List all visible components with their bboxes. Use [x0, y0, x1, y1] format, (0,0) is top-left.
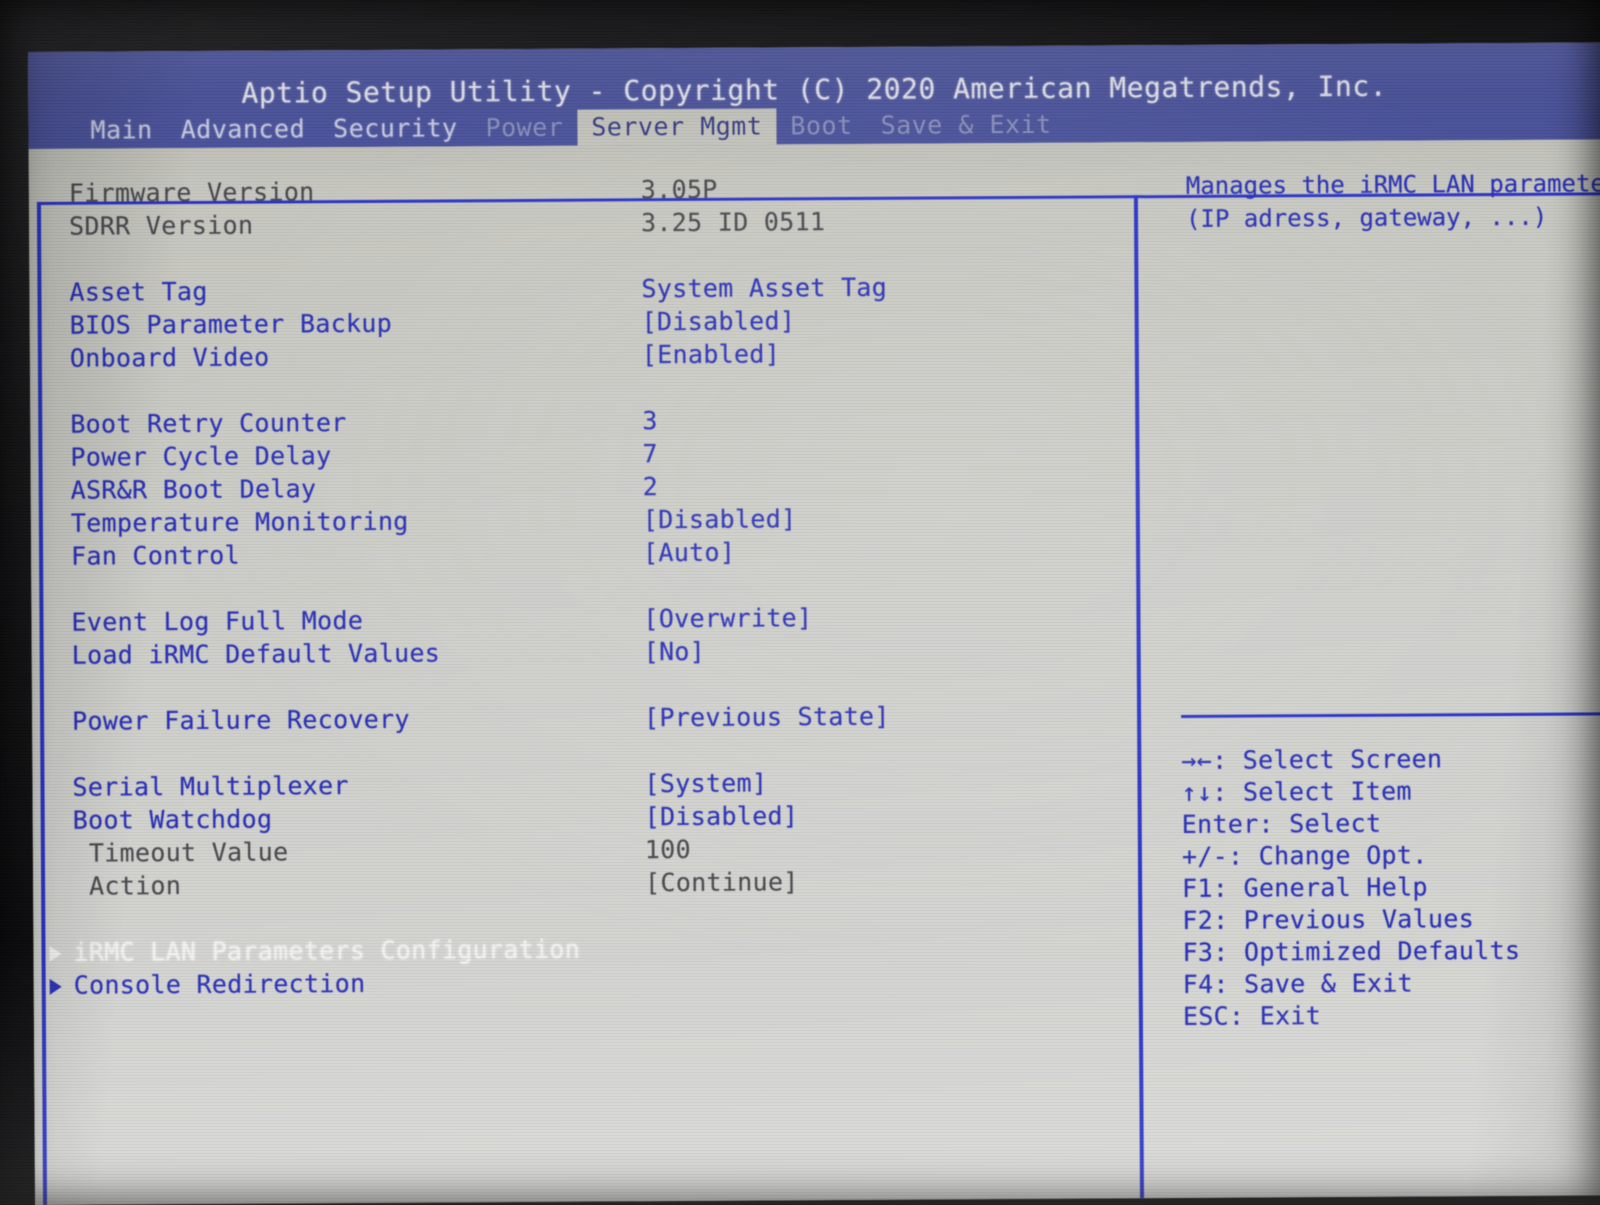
setting-row-power-failure-recovery[interactable]: Power Failure Recovery [Previous State]: [72, 698, 1142, 738]
setting-value[interactable]: 7: [642, 437, 658, 470]
setting-value[interactable]: [Disabled]: [643, 502, 797, 536]
titlebar: Aptio Setup Utility - Copyright (C) 2020…: [28, 42, 1600, 149]
key-legend-key: F4: [1182, 969, 1214, 999]
key-legend-key: →←: [1181, 745, 1213, 775]
setting-label: Boot Retry Counter: [70, 408, 347, 439]
key-legend-key: F2: [1182, 905, 1214, 935]
setting-row-load-irmc-default-values[interactable]: Load iRMC Default Values [No]: [72, 632, 1142, 672]
help-text: Manages the iRMC LAN parameters. (IP adre…: [1186, 167, 1600, 236]
tab-security[interactable]: Security: [319, 110, 472, 147]
setting-value: 3.05P: [640, 174, 718, 205]
setting-label: Firmware Version: [68, 177, 315, 208]
bios-screen: Aptio Setup Utility - Copyright (C) 2020…: [28, 42, 1600, 1205]
setting-label: SDRR Version: [68, 210, 254, 241]
tab-advanced[interactable]: Advanced: [167, 111, 320, 148]
key-legend-row: ESC: Exit: [1183, 998, 1600, 1033]
tab-main[interactable]: Main: [76, 112, 166, 149]
setting-label: Power Failure Recovery: [72, 704, 410, 736]
menu-bar[interactable]: Main Advanced Security Power Server Mgmt Boot…: [76, 108, 1065, 148]
tab-server-mgmt[interactable]: Server Mgmt: [577, 108, 777, 146]
setting-value[interactable]: [Disabled]: [645, 799, 799, 833]
key-legend-row: F3: Optimized Defaults: [1182, 934, 1600, 969]
setting-label: Boot Watchdog: [72, 804, 273, 835]
setting-label: Action: [89, 871, 182, 901]
key-legend-action: : Save & Exit: [1213, 968, 1414, 999]
key-legend-row: +/-: Change Opt.: [1182, 838, 1600, 873]
setting-label: Asset Tag: [69, 276, 208, 307]
setting-label: Temperature Monitoring: [70, 506, 409, 538]
key-legend-action: : Optimized Defaults: [1213, 935, 1521, 967]
setting-value[interactable]: [Previous State]: [644, 700, 890, 734]
submenu-arrow-icon: [49, 945, 62, 962]
key-legend-key: +/-: [1181, 841, 1229, 871]
setting-label: Event Log Full Mode: [71, 605, 364, 637]
setting-label: Timeout Value: [88, 837, 289, 868]
setting-value[interactable]: 100: [645, 833, 691, 866]
setting-label: Power Cycle Delay: [70, 441, 332, 472]
setting-row-fan-control[interactable]: Fan Control [Auto]: [71, 533, 1141, 573]
settings-list[interactable]: Firmware Version 3.05P SDRR Version 3.25 ID…: [49, 170, 1144, 1002]
setting-value: 3.25 ID 0511: [640, 207, 826, 238]
setting-value[interactable]: [Enabled]: [642, 337, 780, 371]
setting-row-sdrr-version: SDRR Version 3.25 ID 0511: [69, 203, 1139, 243]
setting-label: Serial Multiplexer: [72, 771, 349, 802]
key-legend-row: F4: Save & Exit: [1183, 966, 1600, 1001]
page-title: Aptio Setup Utility - Copyright (C) 2020…: [241, 69, 1388, 110]
setting-value[interactable]: [No]: [644, 635, 706, 668]
help-line: Manages the iRMC LAN parameters.: [1185, 169, 1600, 200]
setting-row-onboard-video[interactable]: Onboard Video [Enabled]: [70, 335, 1140, 375]
setting-value[interactable]: 2: [643, 470, 659, 503]
key-legend-action: : Select: [1258, 808, 1382, 839]
key-legend-row: F1: General Help: [1182, 870, 1600, 905]
key-legend-key: ESC: [1182, 1001, 1230, 1031]
key-legend-row: ↑↓: Select Item: [1181, 774, 1600, 809]
key-legend-action: : Select Screen: [1211, 744, 1443, 775]
submenu-console-redirection[interactable]: Console Redirection: [49, 962, 1144, 1002]
key-legend-row: →←: Select Screen: [1181, 742, 1600, 777]
setting-label: Fan Control: [70, 540, 241, 571]
key-legend-key: Enter: [1181, 809, 1259, 839]
setting-value[interactable]: [Overwrite]: [643, 601, 812, 635]
tab-power[interactable]: Power: [471, 110, 577, 147]
key-legend-action: : Exit: [1228, 1001, 1322, 1031]
setting-label: Load iRMC Default Values: [71, 638, 441, 670]
monitor-bezel: Aptio Setup Utility - Copyright (C) 2020…: [0, 0, 1600, 1205]
tab-save-exit[interactable]: Save & Exit: [866, 107, 1065, 144]
key-legend: →←: Select Screen ↑↓: Select Item Enter: S…: [1181, 742, 1600, 1033]
setting-value[interactable]: [Disabled]: [642, 304, 796, 338]
key-legend-row: Enter: Select: [1182, 806, 1600, 841]
key-legend-key: F1: [1182, 873, 1213, 903]
key-legend-row: F2: Previous Values: [1182, 902, 1600, 937]
help-line: (IP adress, gateway, ...): [1185, 202, 1548, 233]
setting-row-action[interactable]: Action [Continue]: [73, 863, 1143, 903]
submenu-arrow-icon: [49, 978, 62, 995]
setting-label: ASR&R Boot Delay: [70, 474, 317, 505]
key-legend-action: : Change Opt.: [1227, 840, 1428, 871]
setting-value[interactable]: System Asset Tag: [641, 271, 887, 305]
setting-label: iRMC LAN Parameters Configuration: [73, 934, 581, 967]
setting-value[interactable]: 3: [642, 404, 658, 437]
setting-value[interactable]: [Auto]: [643, 536, 735, 570]
tab-boot[interactable]: Boot: [776, 108, 866, 145]
key-legend-action: : General Help: [1212, 872, 1428, 903]
setting-value[interactable]: [System]: [644, 766, 767, 800]
key-legend-action: : Select Item: [1212, 776, 1412, 807]
key-legend-key: ↑↓: [1181, 777, 1213, 807]
setting-label: BIOS Parameter Backup: [69, 308, 393, 340]
setting-label: Onboard Video: [69, 342, 270, 373]
setting-value[interactable]: [Continue]: [645, 865, 799, 899]
key-legend-action: : Previous Values: [1212, 904, 1475, 935]
key-legend-key: F3: [1182, 937, 1214, 967]
setting-label: Console Redirection: [73, 968, 366, 1000]
